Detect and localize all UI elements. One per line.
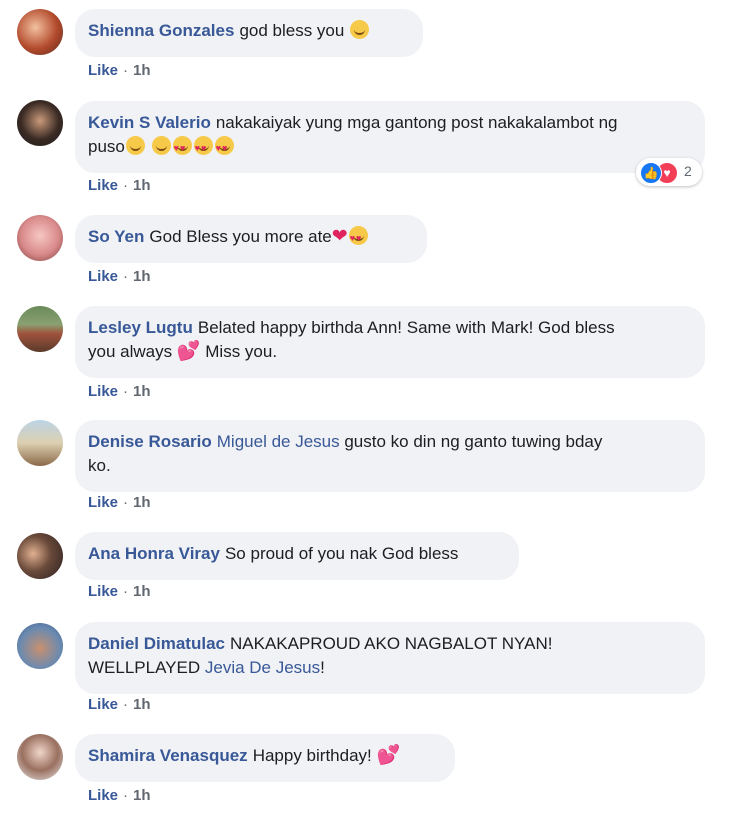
author-name[interactable]: Kevin S Valerio: [88, 113, 211, 132]
avatar[interactable]: [17, 9, 63, 55]
comment-meta: Like · 1h: [88, 268, 151, 285]
like-link[interactable]: Like: [88, 383, 118, 400]
like-link[interactable]: Like: [88, 62, 118, 79]
author-name[interactable]: Daniel Dimatulac: [88, 634, 225, 653]
separator: ·: [123, 62, 129, 79]
author-name[interactable]: Lesley Lugtu: [88, 318, 193, 337]
comment-text: Belated happy birthda Ann! Same with Mar…: [197, 318, 615, 337]
like-link[interactable]: Like: [88, 583, 118, 600]
avatar[interactable]: [17, 100, 63, 146]
like-link[interactable]: Like: [88, 177, 118, 194]
comment-meta: Like · 1h: [88, 383, 151, 400]
like-icon: 👍: [640, 162, 662, 184]
like-link[interactable]: Like: [88, 696, 118, 713]
comment-text: you always: [88, 342, 173, 361]
comment-text: !: [320, 658, 325, 677]
separator: ·: [123, 696, 129, 713]
timestamp[interactable]: 1h: [133, 787, 151, 804]
like-link[interactable]: Like: [88, 494, 118, 511]
comment-text: god bless you: [239, 21, 345, 40]
grin-emoji-icon: [125, 136, 145, 155]
blush-emoji-icon: [350, 20, 370, 39]
author-name[interactable]: So Yen: [88, 227, 144, 246]
separator: ·: [123, 268, 129, 285]
like-link[interactable]: Like: [88, 268, 118, 285]
comment-text: puso: [88, 137, 125, 156]
two-hearts-icon: 💕: [376, 745, 401, 766]
timestamp[interactable]: 1h: [133, 177, 151, 194]
timestamp[interactable]: 1h: [133, 383, 151, 400]
heart-eyes-emoji-icon: [193, 136, 213, 160]
comment-meta: Like · 1h: [88, 62, 151, 79]
timestamp[interactable]: 1h: [133, 583, 151, 600]
comment-bubble: Shamira Venasquez Happy birthday! 💕: [75, 734, 455, 782]
author-name[interactable]: Shienna Gonzales: [88, 21, 234, 40]
mention-link[interactable]: Miguel de Jesus: [217, 432, 340, 451]
separator: ·: [123, 494, 129, 511]
comment-bubble: Kevin S Valerio nakakaiyak yung mga ganto…: [75, 101, 705, 173]
avatar[interactable]: [17, 420, 63, 466]
separator: ·: [123, 583, 129, 600]
like-link[interactable]: Like: [88, 787, 118, 804]
comment-bubble: Denise Rosario Miguel de Jesus gusto ko d…: [75, 420, 705, 492]
timestamp[interactable]: 1h: [133, 268, 151, 285]
comment-bubble: So Yen God Bless you more ate❤: [75, 215, 427, 263]
comment-text: WELLPLAYED: [88, 658, 201, 677]
comment-meta: Like · 1h: [88, 494, 151, 511]
reaction-summary[interactable]: 👍 ♥ 2: [636, 158, 702, 186]
timestamp[interactable]: 1h: [133, 62, 151, 79]
avatar[interactable]: [17, 623, 63, 669]
comment-text: ko.: [88, 456, 111, 475]
heart-eyes-emoji-icon: [214, 136, 234, 160]
red-heart-icon: ❤: [331, 226, 348, 247]
mention-link[interactable]: Jevia De Jesus: [205, 658, 320, 677]
comment-meta: Like · 1h: [88, 787, 151, 804]
avatar[interactable]: [17, 215, 63, 261]
avatar[interactable]: [17, 734, 63, 780]
comment-text: Miss you.: [205, 342, 278, 361]
timestamp[interactable]: 1h: [133, 494, 151, 511]
comment-text: gusto ko din ng ganto tuwing bday: [344, 432, 603, 451]
comment-text: God Bless you more ate: [149, 227, 332, 246]
separator: ·: [123, 383, 129, 400]
comment-bubble: Daniel Dimatulac NAKAKAPROUD AKO NAGBALOT…: [75, 622, 705, 694]
separator: ·: [123, 177, 129, 194]
author-name[interactable]: Shamira Venasquez: [88, 746, 248, 765]
comment-text: So proud of you nak God bless: [224, 544, 459, 563]
comment-bubble: Ana Honra Viray So proud of you nak God b…: [75, 532, 519, 580]
author-name[interactable]: Denise Rosario: [88, 432, 212, 451]
comment-text: nakakaiyak yung mga gantong post nakakal…: [215, 113, 618, 132]
comment-meta: Like · 1h: [88, 177, 151, 194]
comment-text: NAKAKAPROUD AKO NAGBALOT NYAN!: [230, 634, 553, 653]
comment-meta: Like · 1h: [88, 696, 151, 713]
heart-eyes-emoji-icon: [348, 226, 368, 250]
author-name[interactable]: Ana Honra Viray: [88, 544, 220, 563]
separator: ·: [123, 787, 129, 804]
grin-emoji-icon: [151, 136, 171, 155]
heart-eyes-emoji-icon: [172, 136, 192, 160]
reaction-count: 2: [684, 163, 692, 179]
avatar[interactable]: [17, 306, 63, 352]
comment-meta: Like · 1h: [88, 583, 151, 600]
comment-bubble: Lesley Lugtu Belated happy birthda Ann! S…: [75, 306, 705, 378]
timestamp[interactable]: 1h: [133, 696, 151, 713]
two-hearts-icon: 💕: [176, 341, 201, 362]
comment-text: Happy birthday!: [252, 746, 372, 765]
avatar[interactable]: [17, 533, 63, 579]
comment-bubble: Shienna Gonzales god bless you: [75, 9, 423, 57]
